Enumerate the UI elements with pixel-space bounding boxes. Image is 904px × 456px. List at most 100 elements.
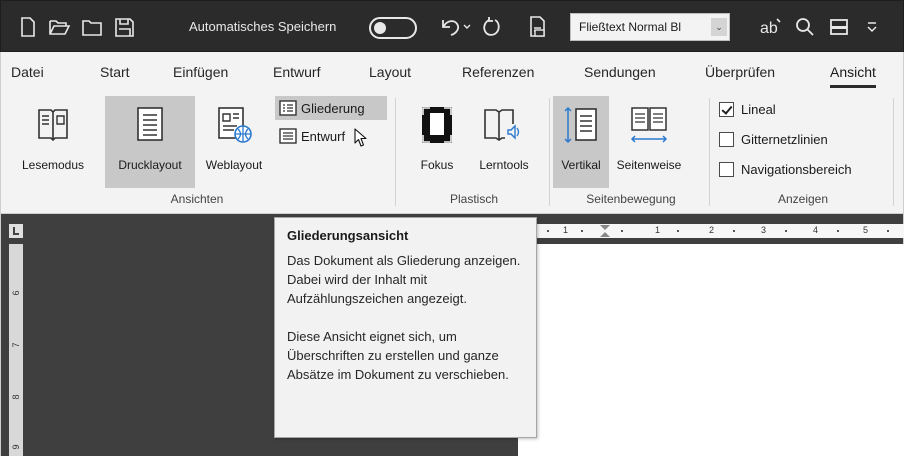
page-icon (137, 107, 163, 141)
folder-icon[interactable] (79, 1, 105, 53)
read-mode-label: Lesemodus (21, 158, 85, 172)
ruler-tick (785, 230, 787, 232)
ruler-checkbox-row[interactable]: Lineal (719, 98, 776, 120)
vertical-scroll-icon (564, 106, 597, 144)
read-mode-button[interactable]: Lesemodus (3, 96, 103, 188)
tab-ueberpruefen[interactable]: Überprüfen (705, 52, 775, 92)
style-value: Fließtext Normal Bl (579, 20, 682, 34)
ruler-number: 6 (11, 290, 21, 296)
ruler-number: 1 (655, 225, 661, 235)
svg-text:ab: ab (760, 20, 778, 37)
navigation-pane-label: Navigationsbereich (741, 161, 852, 177)
group-separator (395, 98, 396, 206)
toggle-knob (374, 22, 386, 34)
mouse-pointer-icon (354, 128, 367, 147)
outline-button[interactable]: Gliederung (275, 96, 387, 120)
tab-sendungen[interactable]: Sendungen (584, 52, 656, 92)
open-folder-icon[interactable] (47, 1, 73, 53)
ribbon-tabs: Datei Start Einfügen Entwurf Layout Refe… (0, 52, 904, 92)
focus-icon (422, 107, 452, 143)
outline-icon (279, 100, 297, 116)
print-layout-icon[interactable] (525, 1, 551, 53)
group-separator (709, 98, 710, 206)
ruler-number: 3 (761, 225, 767, 235)
group-label-views: Ansichten (170, 192, 224, 206)
gridlines-checkbox[interactable] (719, 131, 734, 147)
ribbon-view: Lesemodus Drucklayout Weblayout Gliederu… (0, 92, 904, 214)
format-painter-icon[interactable]: ab (755, 1, 787, 53)
tab-entwurf[interactable]: Entwurf (273, 52, 320, 92)
ruler-tick (887, 230, 889, 232)
learning-tools-button[interactable]: Lerntools (469, 96, 539, 188)
new-document-icon[interactable] (15, 1, 41, 53)
navigation-pane-checkbox-row[interactable]: Navigationsbereich (719, 158, 852, 180)
ruler-tick (837, 230, 839, 232)
group-separator (893, 98, 894, 206)
search-icon[interactable] (791, 1, 819, 53)
book-icon (38, 109, 68, 142)
gridlines-checkbox-row[interactable]: Gitternetzlinien (719, 128, 828, 150)
autosave-label: Automatisches Speichern (189, 19, 337, 34)
tab-start[interactable]: Start (100, 52, 130, 92)
view-icon[interactable] (825, 1, 853, 53)
quick-access-toolbar: Automatisches Speichern Fließtext Normal… (0, 0, 904, 52)
draft-label: Entwurf (301, 128, 346, 144)
side-to-side-icon (630, 107, 668, 143)
tooltip-title: Gliederungsansicht (287, 228, 409, 243)
save-icon[interactable] (111, 1, 137, 53)
gridlines-label: Gitternetzlinien (741, 131, 828, 147)
horizontal-ruler[interactable]: 1 1 2 3 4 5 (537, 224, 904, 238)
print-layout-button[interactable]: Drucklayout (105, 96, 195, 188)
group-label-page-movement: Seitenbewegung (586, 192, 676, 206)
ruler-number: 8 (11, 394, 21, 400)
group-label-show: Anzeigen (777, 192, 829, 206)
ruler-tick (621, 230, 623, 232)
group-label-immersive: Plastisch (449, 192, 499, 206)
ruler-tick (547, 230, 549, 232)
tab-layout[interactable]: Layout (369, 52, 411, 92)
style-selector[interactable]: Fließtext Normal Bl ⌄ (570, 13, 730, 41)
side-to-side-button[interactable]: Seitenweise (611, 96, 687, 188)
autosave-toggle[interactable] (369, 17, 417, 39)
ruler-tick (677, 230, 679, 232)
web-layout-label: Weblayout (205, 158, 263, 172)
document-page[interactable] (518, 244, 904, 456)
ruler-number: 5 (863, 225, 869, 235)
tab-einfuegen[interactable]: Einfügen (173, 52, 228, 92)
ruler-number: 9 (11, 444, 21, 450)
ruler-tick (733, 230, 735, 232)
web-layout-button[interactable]: Weblayout (195, 96, 273, 188)
vertical-button[interactable]: Vertikal (553, 96, 609, 188)
more-icon[interactable] (859, 1, 885, 53)
draft-button[interactable]: Entwurf (275, 124, 387, 148)
vertical-ruler[interactable]: 6 7 8 9 (9, 244, 23, 456)
tooltip-paragraph: Das Dokument als Gliederung anzeigen. Da… (287, 253, 521, 306)
ruler-checkbox[interactable] (719, 101, 734, 117)
focus-label: Fokus (420, 158, 454, 172)
learning-tools-label: Lerntools (479, 158, 529, 172)
vertical-label: Vertikal (561, 158, 601, 172)
tab-referenzen[interactable]: Referenzen (462, 52, 534, 92)
ruler-number: 7 (11, 342, 21, 348)
redo-icon[interactable] (479, 1, 505, 53)
ruler-number: 1 (563, 225, 569, 235)
undo-icon[interactable] (437, 1, 475, 53)
tooltip-paragraph: Diese Ansicht eignet sich, um Überschrif… (287, 329, 509, 382)
chevron-down-icon[interactable]: ⌄ (711, 18, 727, 36)
tab-datei[interactable]: Datei (11, 52, 44, 92)
indent-marker-icon[interactable] (599, 224, 611, 238)
web-page-icon (218, 107, 252, 143)
ruler-number: 2 (709, 225, 715, 235)
ruler-tick (581, 230, 583, 232)
tab-selector[interactable] (9, 224, 23, 238)
outline-tooltip: Gliederungsansicht Das Dokument als Glie… (274, 217, 537, 438)
draft-icon (279, 128, 297, 144)
ruler-number: 4 (813, 225, 819, 235)
outline-label: Gliederung (301, 100, 365, 116)
navigation-pane-checkbox[interactable] (719, 161, 734, 177)
group-separator (549, 98, 550, 206)
print-layout-label: Drucklayout (118, 158, 182, 172)
focus-button[interactable]: Fokus (407, 96, 467, 188)
tab-ansicht[interactable]: Ansicht (830, 52, 876, 92)
side-to-side-label: Seitenweise (616, 158, 682, 172)
